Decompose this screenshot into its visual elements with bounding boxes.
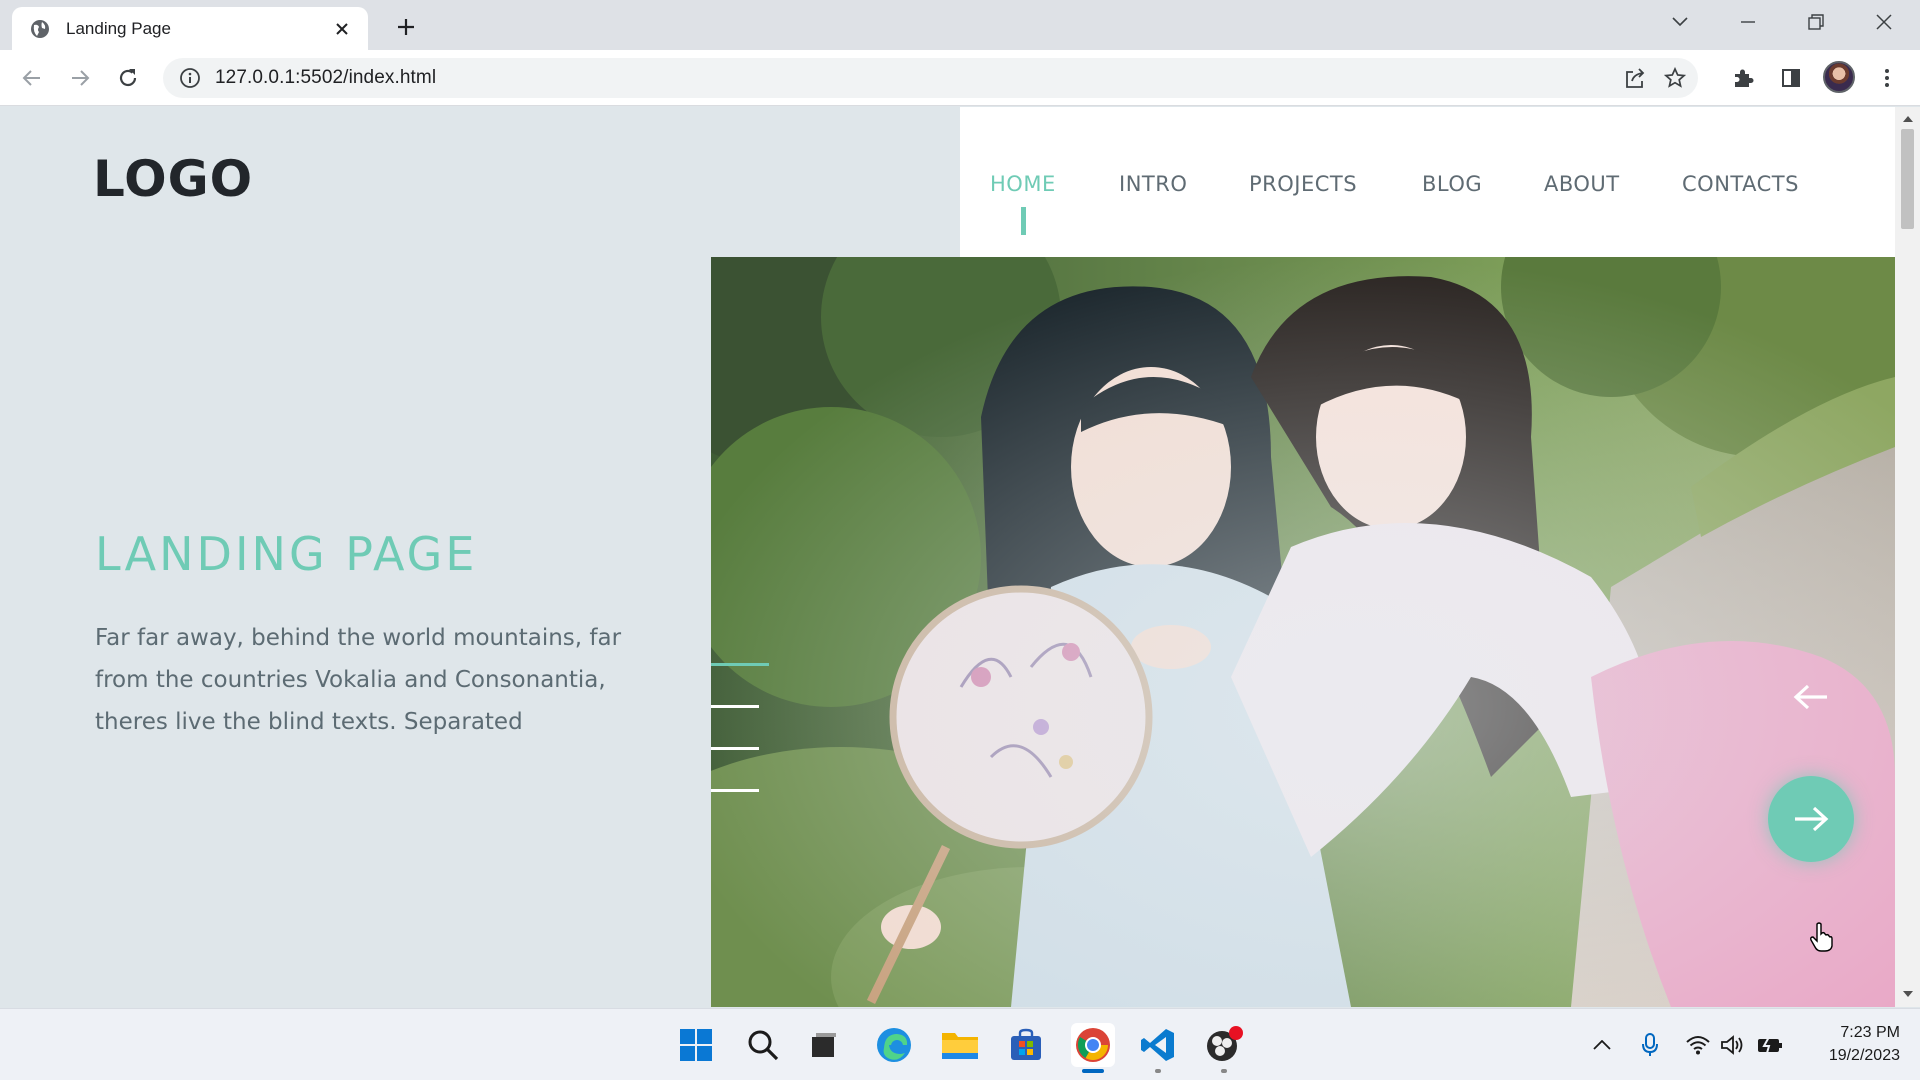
arrow-left-icon xyxy=(1793,684,1827,710)
slide-indicator[interactable] xyxy=(711,705,759,708)
nav-projects[interactable]: PROJECTS xyxy=(1249,172,1357,196)
side-panel-button[interactable] xyxy=(1775,62,1807,94)
prev-slide-button[interactable] xyxy=(1768,654,1854,740)
nav-intro[interactable]: INTRO xyxy=(1119,172,1187,196)
profile-avatar[interactable] xyxy=(1823,61,1855,93)
hero-slide-image xyxy=(711,257,1895,1007)
browser-tab[interactable]: Landing Page xyxy=(12,7,368,50)
obs-icon[interactable] xyxy=(1202,1023,1246,1073)
edge-icon[interactable] xyxy=(872,1023,916,1067)
volume-icon[interactable] xyxy=(1718,1031,1746,1059)
minimize-button[interactable] xyxy=(1720,0,1776,44)
star-icon xyxy=(1664,67,1686,88)
share-button[interactable] xyxy=(1619,62,1651,94)
next-slide-button[interactable] xyxy=(1768,776,1854,862)
tab-title: Landing Page xyxy=(66,18,171,38)
scrollbar-thumb[interactable] xyxy=(1901,129,1914,229)
nav-blog[interactable]: BLOG xyxy=(1422,172,1482,196)
running-indicator xyxy=(1082,1069,1104,1073)
arrow-right-icon xyxy=(1795,806,1829,832)
microphone-icon[interactable] xyxy=(1636,1031,1664,1059)
back-button[interactable] xyxy=(16,62,48,94)
address-bar[interactable]: 127.0.0.1:5502/index.html xyxy=(163,58,1698,98)
system-clock[interactable]: 7:23 PM 19/2/2023 xyxy=(1800,1021,1900,1067)
slide-indicator[interactable] xyxy=(711,663,769,666)
close-icon[interactable] xyxy=(332,19,352,39)
reload-icon xyxy=(119,69,137,87)
url-text[interactable]: 127.0.0.1:5502/index.html xyxy=(215,67,436,89)
minimize-icon xyxy=(1741,21,1755,23)
running-indicator xyxy=(1221,1069,1227,1073)
chrome-icon[interactable] xyxy=(1071,1023,1115,1073)
clock-time: 7:23 PM xyxy=(1840,1024,1900,1041)
vscode-icon[interactable] xyxy=(1136,1023,1180,1073)
windows-taskbar: 7:23 PM 19/2/2023 xyxy=(0,1008,1920,1080)
globe-icon xyxy=(31,19,49,38)
tab-search-button[interactable] xyxy=(1652,0,1708,44)
scroll-down-icon[interactable] xyxy=(1902,989,1913,1000)
page-viewport: LOGO HOME INTRO PROJECTS BLOG ABOUT CONT… xyxy=(0,107,1895,1007)
close-icon xyxy=(1876,14,1892,30)
hand-cursor-icon xyxy=(1810,922,1833,952)
share-icon xyxy=(1626,68,1645,88)
plus-icon xyxy=(398,19,414,35)
close-window-button[interactable] xyxy=(1856,0,1912,44)
clock-date: 19/2/2023 xyxy=(1828,1047,1900,1064)
slide-indicator[interactable] xyxy=(711,747,759,750)
reload-button[interactable] xyxy=(112,62,144,94)
extensions-button[interactable] xyxy=(1727,62,1759,94)
store-icon[interactable] xyxy=(1004,1023,1048,1067)
puzzle-icon xyxy=(1735,69,1754,87)
running-indicator xyxy=(1155,1069,1161,1073)
site-logo[interactable]: LOGO xyxy=(93,150,253,208)
chevron-down-icon xyxy=(1672,17,1688,27)
chevron-up-icon[interactable] xyxy=(1588,1031,1616,1059)
nav-active-indicator xyxy=(1021,207,1026,235)
nav-contacts[interactable]: CONTACTS xyxy=(1682,172,1799,196)
hero-title: LANDING PAGE xyxy=(95,527,478,581)
restore-icon xyxy=(1808,14,1824,30)
forward-button[interactable] xyxy=(64,62,96,94)
task-view-icon[interactable] xyxy=(802,1023,846,1067)
side-panel-icon xyxy=(1782,69,1800,87)
battery-icon[interactable] xyxy=(1756,1031,1784,1059)
browser-toolbar: 127.0.0.1:5502/index.html xyxy=(0,50,1920,106)
arrow-right-icon xyxy=(72,70,90,86)
nav-home[interactable]: HOME xyxy=(990,172,1056,196)
main-nav: HOME INTRO PROJECTS BLOG ABOUT CONTACTS xyxy=(960,107,1895,257)
wifi-icon[interactable] xyxy=(1684,1031,1712,1059)
windows-start-icon[interactable] xyxy=(674,1023,718,1067)
more-vertical-icon xyxy=(1885,69,1889,87)
page-scrollbar[interactable] xyxy=(1895,107,1920,1007)
search-icon[interactable] xyxy=(741,1023,785,1067)
arrow-left-icon xyxy=(22,70,40,86)
scroll-up-icon[interactable] xyxy=(1902,113,1913,124)
restore-button[interactable] xyxy=(1788,0,1844,44)
hero-description: Far far away, behind the world mountains… xyxy=(95,625,622,735)
browser-tab-strip: Landing Page xyxy=(0,0,1920,50)
nav-about[interactable]: ABOUT xyxy=(1544,172,1620,196)
slide-indicator[interactable] xyxy=(711,789,759,792)
menu-button[interactable] xyxy=(1871,62,1903,94)
file-explorer-icon[interactable] xyxy=(938,1023,982,1067)
bookmark-button[interactable] xyxy=(1659,62,1691,94)
info-icon[interactable] xyxy=(179,67,201,89)
new-tab-button[interactable] xyxy=(392,13,420,41)
